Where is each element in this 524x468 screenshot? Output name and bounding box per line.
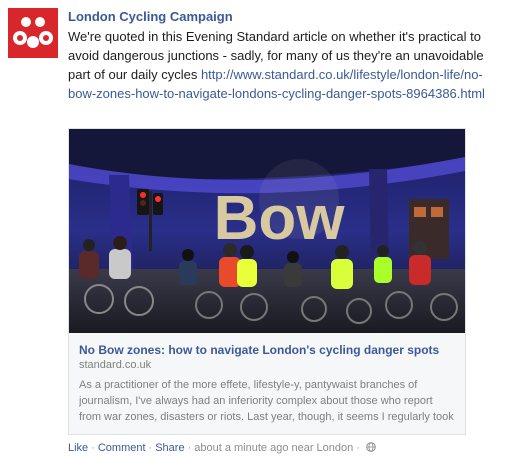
link-preview[interactable]: No Bow zones: how to navigate London's c… (69, 333, 465, 434)
bow-sign: Bow (214, 184, 346, 253)
comment-link[interactable]: Comment (98, 442, 146, 454)
post-actions: Like · Comment · Share · about a minute ago ne… (68, 440, 376, 456)
link-title[interactable]: No Bow zones: how to navigate London's c… (79, 343, 455, 358)
separator: · (148, 442, 153, 454)
separator: · (187, 442, 192, 454)
link-domain: standard.co.uk (79, 359, 152, 371)
globe-icon[interactable] (366, 442, 376, 452)
link-description: As a practitioner of the more effete, li… (79, 379, 454, 423)
page-avatar[interactable] (8, 8, 58, 58)
post-timestamp[interactable]: about a minute ago near London (194, 442, 353, 454)
author-name[interactable]: London Cycling Campaign (68, 8, 516, 26)
separator: · (91, 442, 95, 454)
like-link[interactable]: Like (68, 442, 88, 454)
feed-post: London Cycling Campaign We're quoted in … (0, 0, 524, 468)
lcc-logo-icon (8, 8, 58, 58)
post-content: London Cycling Campaign We're quoted in … (68, 8, 516, 454)
share-link[interactable]: Share (155, 442, 184, 454)
post-message: We're quoted in this Evening Standard ar… (68, 27, 493, 103)
attachment-photo[interactable]: Bow (69, 129, 465, 333)
separator: · (356, 442, 360, 454)
link-attachment: Bow No Bow zones: how to navigate London… (68, 128, 466, 435)
cyclists-photo: Bow (69, 129, 465, 333)
